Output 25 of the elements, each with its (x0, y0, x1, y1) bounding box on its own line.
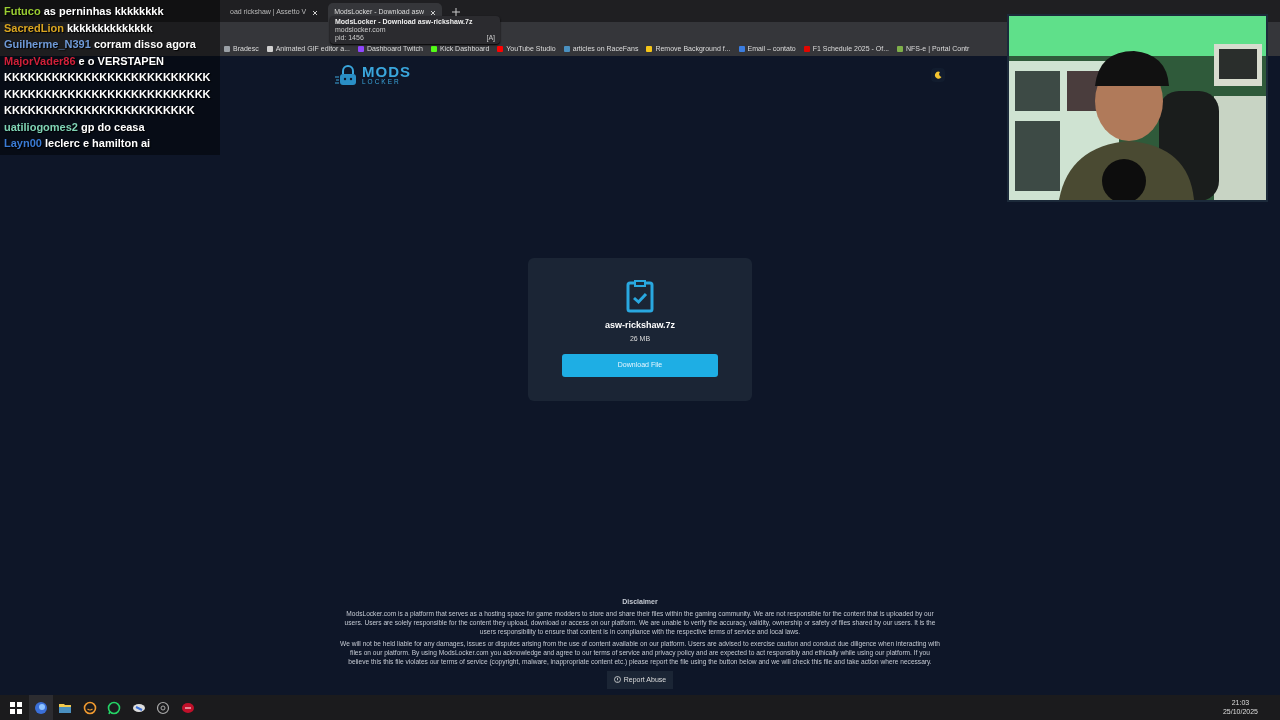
clipboard-check-icon (626, 279, 654, 312)
info-icon (613, 676, 621, 684)
chat-message: uatiliogomes2 gp do ceasa (4, 119, 146, 135)
chat-message: KKKKKKKKKKKKKKKKKKKKKKKKKK (4, 70, 212, 85)
chat-message: Layn00 leclerc e hamilton ai (4, 136, 152, 151)
file-name: asw-rickshaw.7z (604, 318, 676, 332)
moon-icon (934, 70, 942, 79)
taskbar-button[interactable] (28, 695, 53, 720)
theme-toggle[interactable] (931, 67, 945, 82)
chat-message: Guilherme_N391 corram disso agora (4, 37, 197, 52)
oval-app-icon (180, 700, 195, 715)
chat-message: MajorVader86 e o VERSTAPEN (4, 53, 165, 69)
chat-message: KKKKKKKKKKKKKKKKKKKKKKKKKK (4, 86, 212, 102)
logo-wordmark: MODS (362, 64, 411, 79)
chat-message: Futuco as perninhas kkkkkkkk (4, 4, 165, 19)
smile-icon (82, 700, 97, 715)
chat-message: SacredLion kkkkkkkkkkkkkk (4, 20, 154, 36)
circle-icon (156, 700, 171, 715)
browser-icon (33, 700, 48, 715)
close-icon[interactable] (312, 9, 319, 16)
new-tab-icon[interactable] (452, 8, 460, 16)
chat-message: KKKKKKKKKKKKKKKKKKKKKKKK (4, 103, 196, 118)
padlock-icon (335, 64, 359, 85)
start-icon (9, 700, 24, 715)
close-icon[interactable] (430, 9, 436, 16)
